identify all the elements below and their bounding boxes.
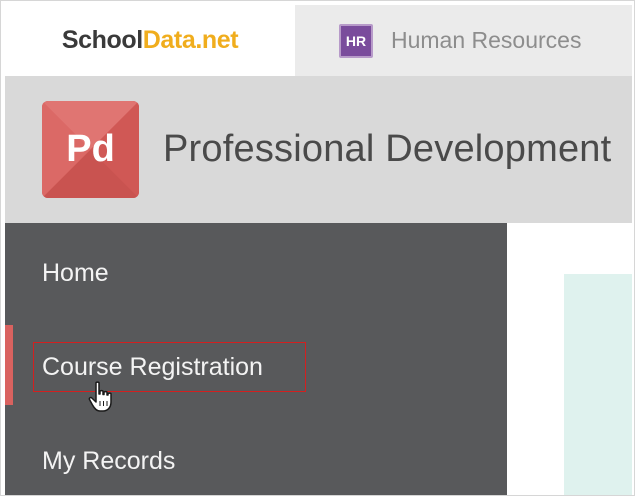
sidebar-item-course-registration[interactable]: Course Registration (33, 342, 306, 392)
brand-logo: SchoolData.net (61, 26, 239, 55)
hr-app-label: Human Resources (391, 27, 582, 53)
active-indicator (5, 325, 13, 405)
hand-pointer-icon (88, 381, 112, 412)
brand-tab[interactable]: SchoolData.net (5, 5, 295, 76)
pd-logo-text: Pd (66, 128, 115, 170)
module-header: Pd Professional Development (5, 76, 632, 223)
content-panel (564, 274, 632, 495)
brand-name-part1: School (61, 26, 143, 54)
brand-name-part2: Data.net (142, 26, 239, 54)
page-title: Professional Development (163, 128, 612, 170)
hr-app-tab[interactable]: HR Human Resources (295, 5, 632, 76)
sidebar-item-my-records[interactable]: My Records (42, 447, 175, 476)
main-content (507, 223, 632, 495)
sidebar-item-home[interactable]: Home (42, 259, 109, 288)
sidebar-nav: Home Course Registration My Records (5, 223, 507, 495)
app-window: SchoolData.net HR Human Resources Pd Pro… (0, 0, 635, 496)
hr-badge-icon: HR (339, 23, 373, 58)
top-app-bar: SchoolData.net HR Human Resources (5, 5, 632, 76)
sidebar-item-label: Course Registration (42, 352, 263, 381)
pd-logo-icon: Pd (42, 101, 139, 198)
